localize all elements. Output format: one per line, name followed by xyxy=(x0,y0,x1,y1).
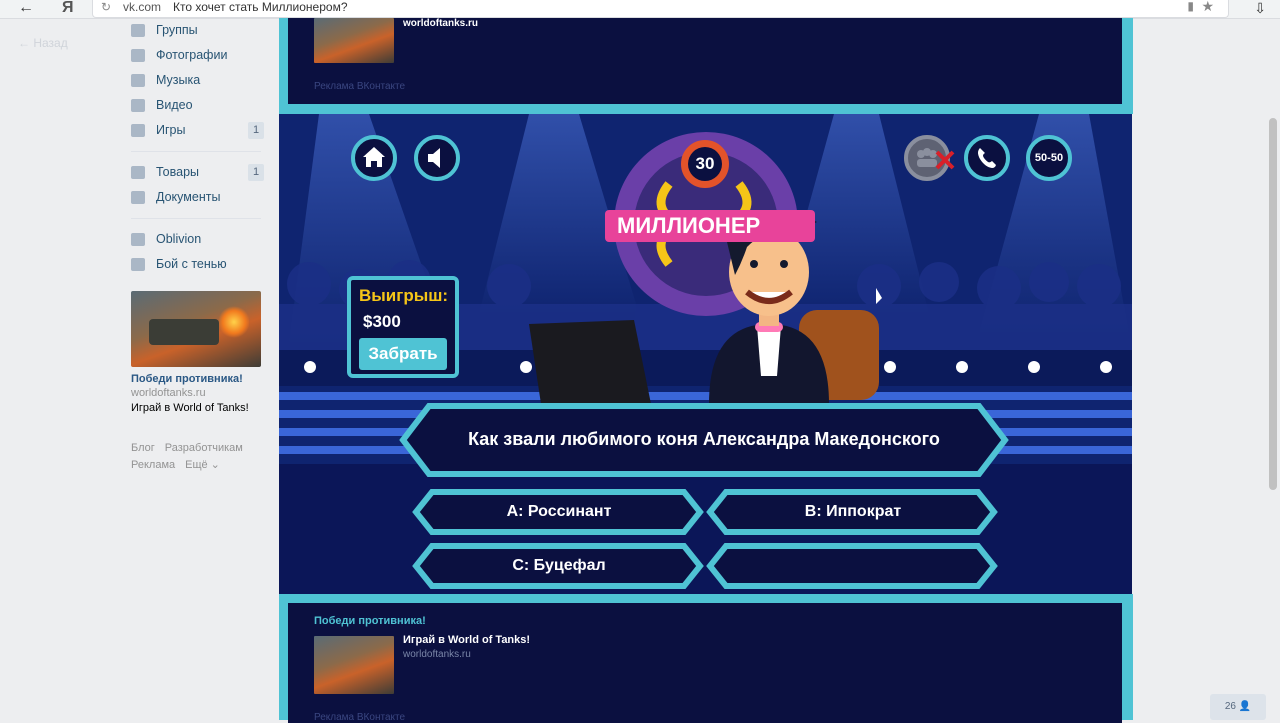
sidebar-item-shadow-fight[interactable]: Бой с тенью xyxy=(131,252,264,277)
download-icon[interactable]: ⇩ xyxy=(1254,0,1266,17)
count-badge: 1 xyxy=(248,122,264,139)
left-sidebar: Группы Фотографии Музыка Видео Игры 1 Тов… xyxy=(131,18,264,474)
footer-link-developers[interactable]: Разработчикам xyxy=(165,442,243,454)
game-ad-top-frame: worldoftanks.ru Реклама ВКонтакте xyxy=(279,18,1133,114)
browser-toolbar: ← Я ↻ vk.com Кто хочет стать Миллионером… xyxy=(0,0,1280,19)
sidebar-item-label: Музыка xyxy=(156,73,201,87)
groups-icon xyxy=(131,24,145,37)
sound-button[interactable] xyxy=(414,135,460,181)
ad-image[interactable] xyxy=(314,18,394,63)
sidebar-item-label: Бой с тенью xyxy=(156,257,227,271)
ad-image[interactable] xyxy=(131,291,261,367)
winnings-value: $300 xyxy=(363,312,401,331)
footer-link-blog[interactable]: Блог xyxy=(131,442,155,454)
take-money-button[interactable]: Забрать xyxy=(359,338,447,370)
timer: 30 xyxy=(681,140,729,188)
camera-icon xyxy=(131,49,145,62)
address-bar[interactable]: ↻ vk.com Кто хочет стать Миллионером? ▮ … xyxy=(92,0,1229,18)
ad-title[interactable]: Победи противника! xyxy=(131,373,264,385)
question-text: Как звали любимого коня Александра Макед… xyxy=(468,429,940,449)
speaker-icon xyxy=(428,148,440,168)
page-title: Кто хочет стать Миллионером? xyxy=(173,0,348,14)
lifeline-used-cross-icon xyxy=(935,150,955,170)
ad-image[interactable] xyxy=(314,636,394,694)
sidebar-item-label: Видео xyxy=(156,98,193,112)
bookmark-star-icon[interactable]: ★ xyxy=(1201,0,1214,13)
ad-domain: worldoftanks.ru xyxy=(403,649,471,660)
reload-icon[interactable]: ↻ xyxy=(101,0,111,14)
yandex-logo[interactable]: Я xyxy=(62,0,74,18)
sidebar-item-label: Фотографии xyxy=(156,48,228,62)
sidebar-item-label: Oblivion xyxy=(156,232,202,246)
answer-b-button[interactable]: B: Иппократ xyxy=(713,498,993,526)
game-logo: МИЛЛИОНЕР xyxy=(605,210,815,242)
ad-title[interactable]: Победи противника! xyxy=(314,615,426,627)
page-scrollbar[interactable] xyxy=(1269,118,1277,490)
ad-label: Реклама ВКонтакте xyxy=(314,712,406,723)
answer-a-button[interactable]: A: Россинант xyxy=(419,498,699,526)
timer-value: 30 xyxy=(688,147,722,181)
phone-friend-lifeline[interactable] xyxy=(964,135,1010,181)
sidebar-item-label: Группы xyxy=(156,23,198,37)
count-badge: 1 xyxy=(248,164,264,181)
divider xyxy=(131,151,261,152)
online-count: 26 xyxy=(1224,701,1236,712)
sidebar-item-video[interactable]: Видео xyxy=(131,93,264,118)
back-arrow-icon[interactable]: ← xyxy=(18,0,34,18)
divider xyxy=(131,218,261,219)
music-icon xyxy=(131,74,145,87)
footer-link-more[interactable]: Ещё ⌄ xyxy=(185,459,220,471)
user-icon: 👤 xyxy=(1238,701,1252,712)
sidebar-item-label: Игры xyxy=(156,123,186,137)
video-icon xyxy=(131,99,145,112)
phone-icon xyxy=(978,148,996,168)
url-domain: vk.com xyxy=(123,0,162,14)
sidebar-item-market[interactable]: Товары 1 xyxy=(131,160,264,185)
sidebar-item-oblivion[interactable]: Oblivion xyxy=(131,227,264,252)
sidebar-item-groups[interactable]: Группы xyxy=(131,18,264,43)
ad-headline[interactable]: Играй в World of Tanks! xyxy=(403,634,530,646)
ad-domain: worldoftanks.ru xyxy=(403,18,479,29)
sidebar-item-documents[interactable]: Документы xyxy=(131,185,264,210)
fifty-fifty-label: 50-50 xyxy=(1034,152,1064,164)
gamepad-icon xyxy=(131,124,145,137)
ad-text[interactable]: Играй в World of Tanks! xyxy=(131,402,264,414)
crown-icon xyxy=(131,233,145,246)
online-count-badge[interactable]: 26 👤 xyxy=(1210,694,1266,720)
footer-links: Блог Разработчикам Реклама Ещё ⌄ xyxy=(131,440,264,474)
game-stage: МИЛЛИОНЕР 30 50-50 Выигрыш: $300 Забрать… xyxy=(279,114,1132,594)
home-icon xyxy=(363,147,385,167)
clipboard-icon[interactable]: ▮ xyxy=(1187,0,1194,13)
winnings-panel: Выигрыш: $300 Забрать xyxy=(347,276,459,378)
document-icon xyxy=(131,191,145,204)
sidebar-item-label: Документы xyxy=(156,190,221,204)
answer-d-button[interactable] xyxy=(713,552,993,580)
apps-icon xyxy=(131,258,145,271)
ad-domain: worldoftanks.ru xyxy=(131,387,206,399)
ad-label: Реклама ВКонтакте xyxy=(314,81,406,92)
game-ad-bottom-frame: Победи противника! Играй в World of Tank… xyxy=(279,594,1133,723)
sidebar-item-music[interactable]: Музыка xyxy=(131,68,264,93)
home-button[interactable] xyxy=(351,135,397,181)
sidebar-item-label: Товары xyxy=(156,165,199,179)
bag-icon xyxy=(131,166,145,179)
sidebar-item-photos[interactable]: Фотографии xyxy=(131,43,264,68)
fifty-fifty-lifeline[interactable]: 50-50 xyxy=(1026,135,1072,181)
winnings-label: Выигрыш: xyxy=(359,286,449,305)
answer-c-button[interactable]: C: Буцефал xyxy=(419,552,699,580)
footer-link-ads[interactable]: Реклама xyxy=(131,459,175,471)
mouse-cursor-icon xyxy=(876,288,882,304)
back-link[interactable]: ← Назад xyxy=(18,36,68,50)
sidebar-item-games[interactable]: Игры 1 xyxy=(131,118,264,143)
